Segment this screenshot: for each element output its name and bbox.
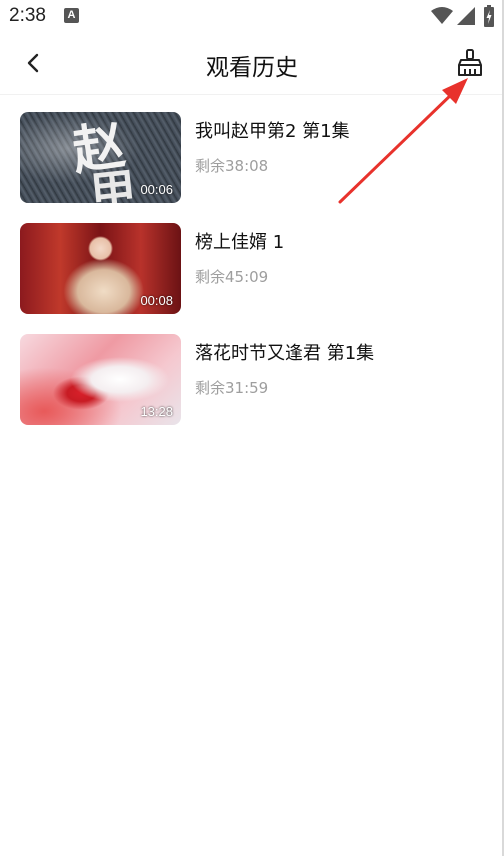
remaining-time: 剩余38:08 xyxy=(195,157,269,175)
history-item[interactable]: 00:08 榜上佳婿 1 剩余45:09 xyxy=(0,223,504,314)
history-item[interactable]: 13:28 落花时节又逢君 第1集 剩余31:59 xyxy=(0,334,504,425)
clear-history-button[interactable] xyxy=(453,46,487,80)
status-time: 2:38 xyxy=(9,5,46,26)
header-bar: 观看历史 xyxy=(0,34,504,95)
video-thumbnail[interactable]: 00:08 xyxy=(20,223,181,314)
remaining-time: 剩余31:59 xyxy=(195,379,269,397)
wifi-icon xyxy=(431,7,453,24)
video-duration: 00:06 xyxy=(140,182,173,197)
video-title: 榜上佳婿 1 xyxy=(195,232,285,253)
history-list: 赵 甲 00:06 我叫赵甲第2 第1集 剩余38:08 00:08 榜上佳婿 … xyxy=(0,112,504,445)
video-thumbnail[interactable]: 13:28 xyxy=(20,334,181,425)
signal-icon xyxy=(457,7,475,25)
broom-icon xyxy=(458,49,482,76)
video-duration: 13:28 xyxy=(140,404,173,419)
video-title: 落花时节又逢君 第1集 xyxy=(195,343,375,364)
notification-icon: A xyxy=(64,8,79,23)
page-title: 观看历史 xyxy=(206,55,298,81)
battery-icon xyxy=(484,5,494,27)
video-thumbnail[interactable]: 赵 甲 00:06 xyxy=(20,112,181,203)
status-bar: 2:38 A xyxy=(0,0,504,34)
thumbnail-art: 甲 xyxy=(87,162,140,203)
remaining-time: 剩余45:09 xyxy=(195,268,269,286)
video-duration: 00:08 xyxy=(140,293,173,308)
history-item[interactable]: 赵 甲 00:06 我叫赵甲第2 第1集 剩余38:08 xyxy=(0,112,504,203)
video-title: 我叫赵甲第2 第1集 xyxy=(195,121,350,142)
